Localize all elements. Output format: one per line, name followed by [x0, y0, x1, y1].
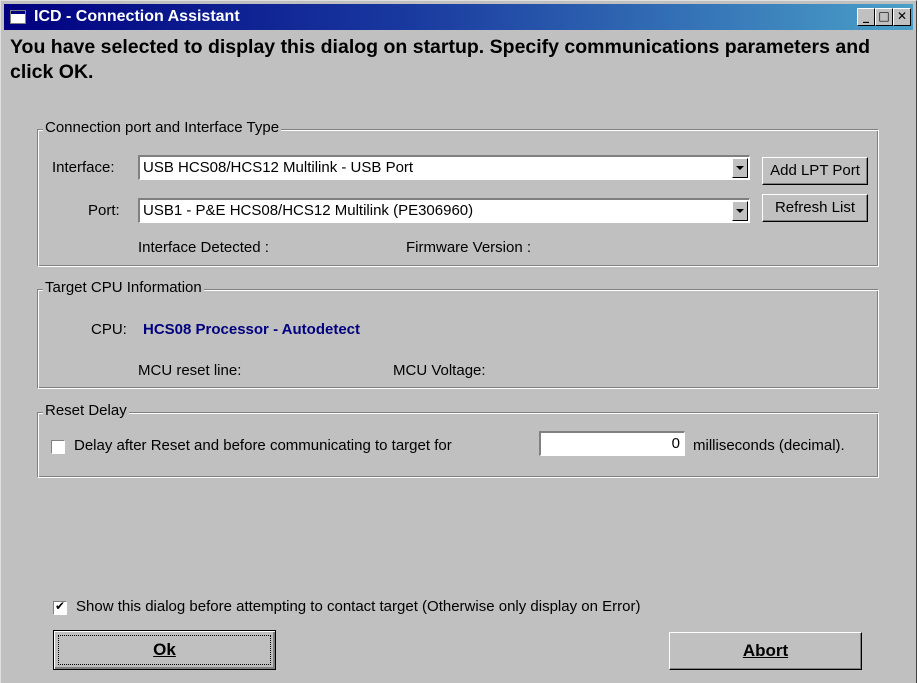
- window-icon: [10, 10, 26, 24]
- reset-delay-legend: Reset Delay: [43, 402, 129, 419]
- interface-label: Interface:: [52, 159, 115, 176]
- minimize-button[interactable]: _: [857, 8, 875, 26]
- reset-delay-checkbox-label: Delay after Reset and before communicati…: [74, 437, 452, 454]
- maximize-icon: □: [878, 9, 890, 23]
- chevron-down-icon[interactable]: [732, 201, 748, 221]
- cpu-value: HCS08 Processor - Autodetect: [143, 321, 361, 338]
- add-lpt-port-label: Add LPT Port: [770, 162, 860, 179]
- target-cpu-legend: Target CPU Information: [43, 279, 204, 296]
- port-selected-value: USB1 - P&E HCS08/HCS12 Multilink (PE3069…: [143, 202, 474, 219]
- reset-delay-group: Reset Delay Delay after Reset and before…: [37, 402, 879, 478]
- target-cpu-group: Target CPU Information CPU: HCS08 Proces…: [37, 279, 879, 389]
- mcu-voltage-label: MCU Voltage:: [393, 362, 486, 379]
- connection-legend: Connection port and Interface Type: [43, 119, 282, 136]
- maximize-button[interactable]: □: [875, 8, 893, 26]
- interface-select[interactable]: USB HCS08/HCS12 Multilink - USB Port: [138, 155, 750, 180]
- cpu-label: CPU:: [91, 321, 127, 338]
- reset-delay-checkbox[interactable]: [51, 440, 65, 454]
- milliseconds-label: milliseconds (decimal).: [693, 437, 845, 454]
- connection-group: Connection port and Interface Type Inter…: [37, 119, 879, 267]
- ok-button[interactable]: Ok: [53, 630, 276, 670]
- focus-rectangle: [58, 635, 271, 665]
- close-icon: ✕: [896, 9, 908, 23]
- firmware-version-label: Firmware Version :: [406, 239, 532, 256]
- chevron-down-icon[interactable]: [732, 158, 748, 178]
- interface-selected-value: USB HCS08/HCS12 Multilink - USB Port: [143, 159, 414, 176]
- refresh-list-button[interactable]: Refresh List: [762, 194, 868, 222]
- reset-delay-value: 0: [671, 435, 680, 452]
- mcu-reset-line-label: MCU reset line:: [138, 362, 242, 379]
- close-button[interactable]: ✕: [893, 8, 911, 26]
- reset-delay-input[interactable]: 0: [539, 431, 685, 456]
- title-bar[interactable]: ICD - Connection Assistant _ □ ✕: [4, 4, 913, 30]
- abort-button[interactable]: Abort: [669, 632, 862, 670]
- refresh-list-label: Refresh List: [774, 199, 856, 216]
- interface-detected-label: Interface Detected :: [138, 239, 269, 256]
- add-lpt-port-button[interactable]: Add LPT Port: [762, 157, 868, 185]
- port-select[interactable]: USB1 - P&E HCS08/HCS12 Multilink (PE3069…: [138, 198, 750, 223]
- connection-assistant-window: ICD - Connection Assistant _ □ ✕ You hav…: [0, 0, 917, 683]
- window-title: ICD - Connection Assistant: [34, 8, 240, 25]
- show-dialog-checkbox[interactable]: [53, 599, 67, 615]
- minimize-icon: _: [863, 9, 869, 23]
- show-dialog-label: Show this dialog before attempting to co…: [76, 598, 641, 615]
- instruction-heading: You have selected to display this dialog…: [10, 36, 871, 83]
- port-label: Port:: [88, 202, 120, 219]
- abort-button-label: Abort: [742, 641, 789, 660]
